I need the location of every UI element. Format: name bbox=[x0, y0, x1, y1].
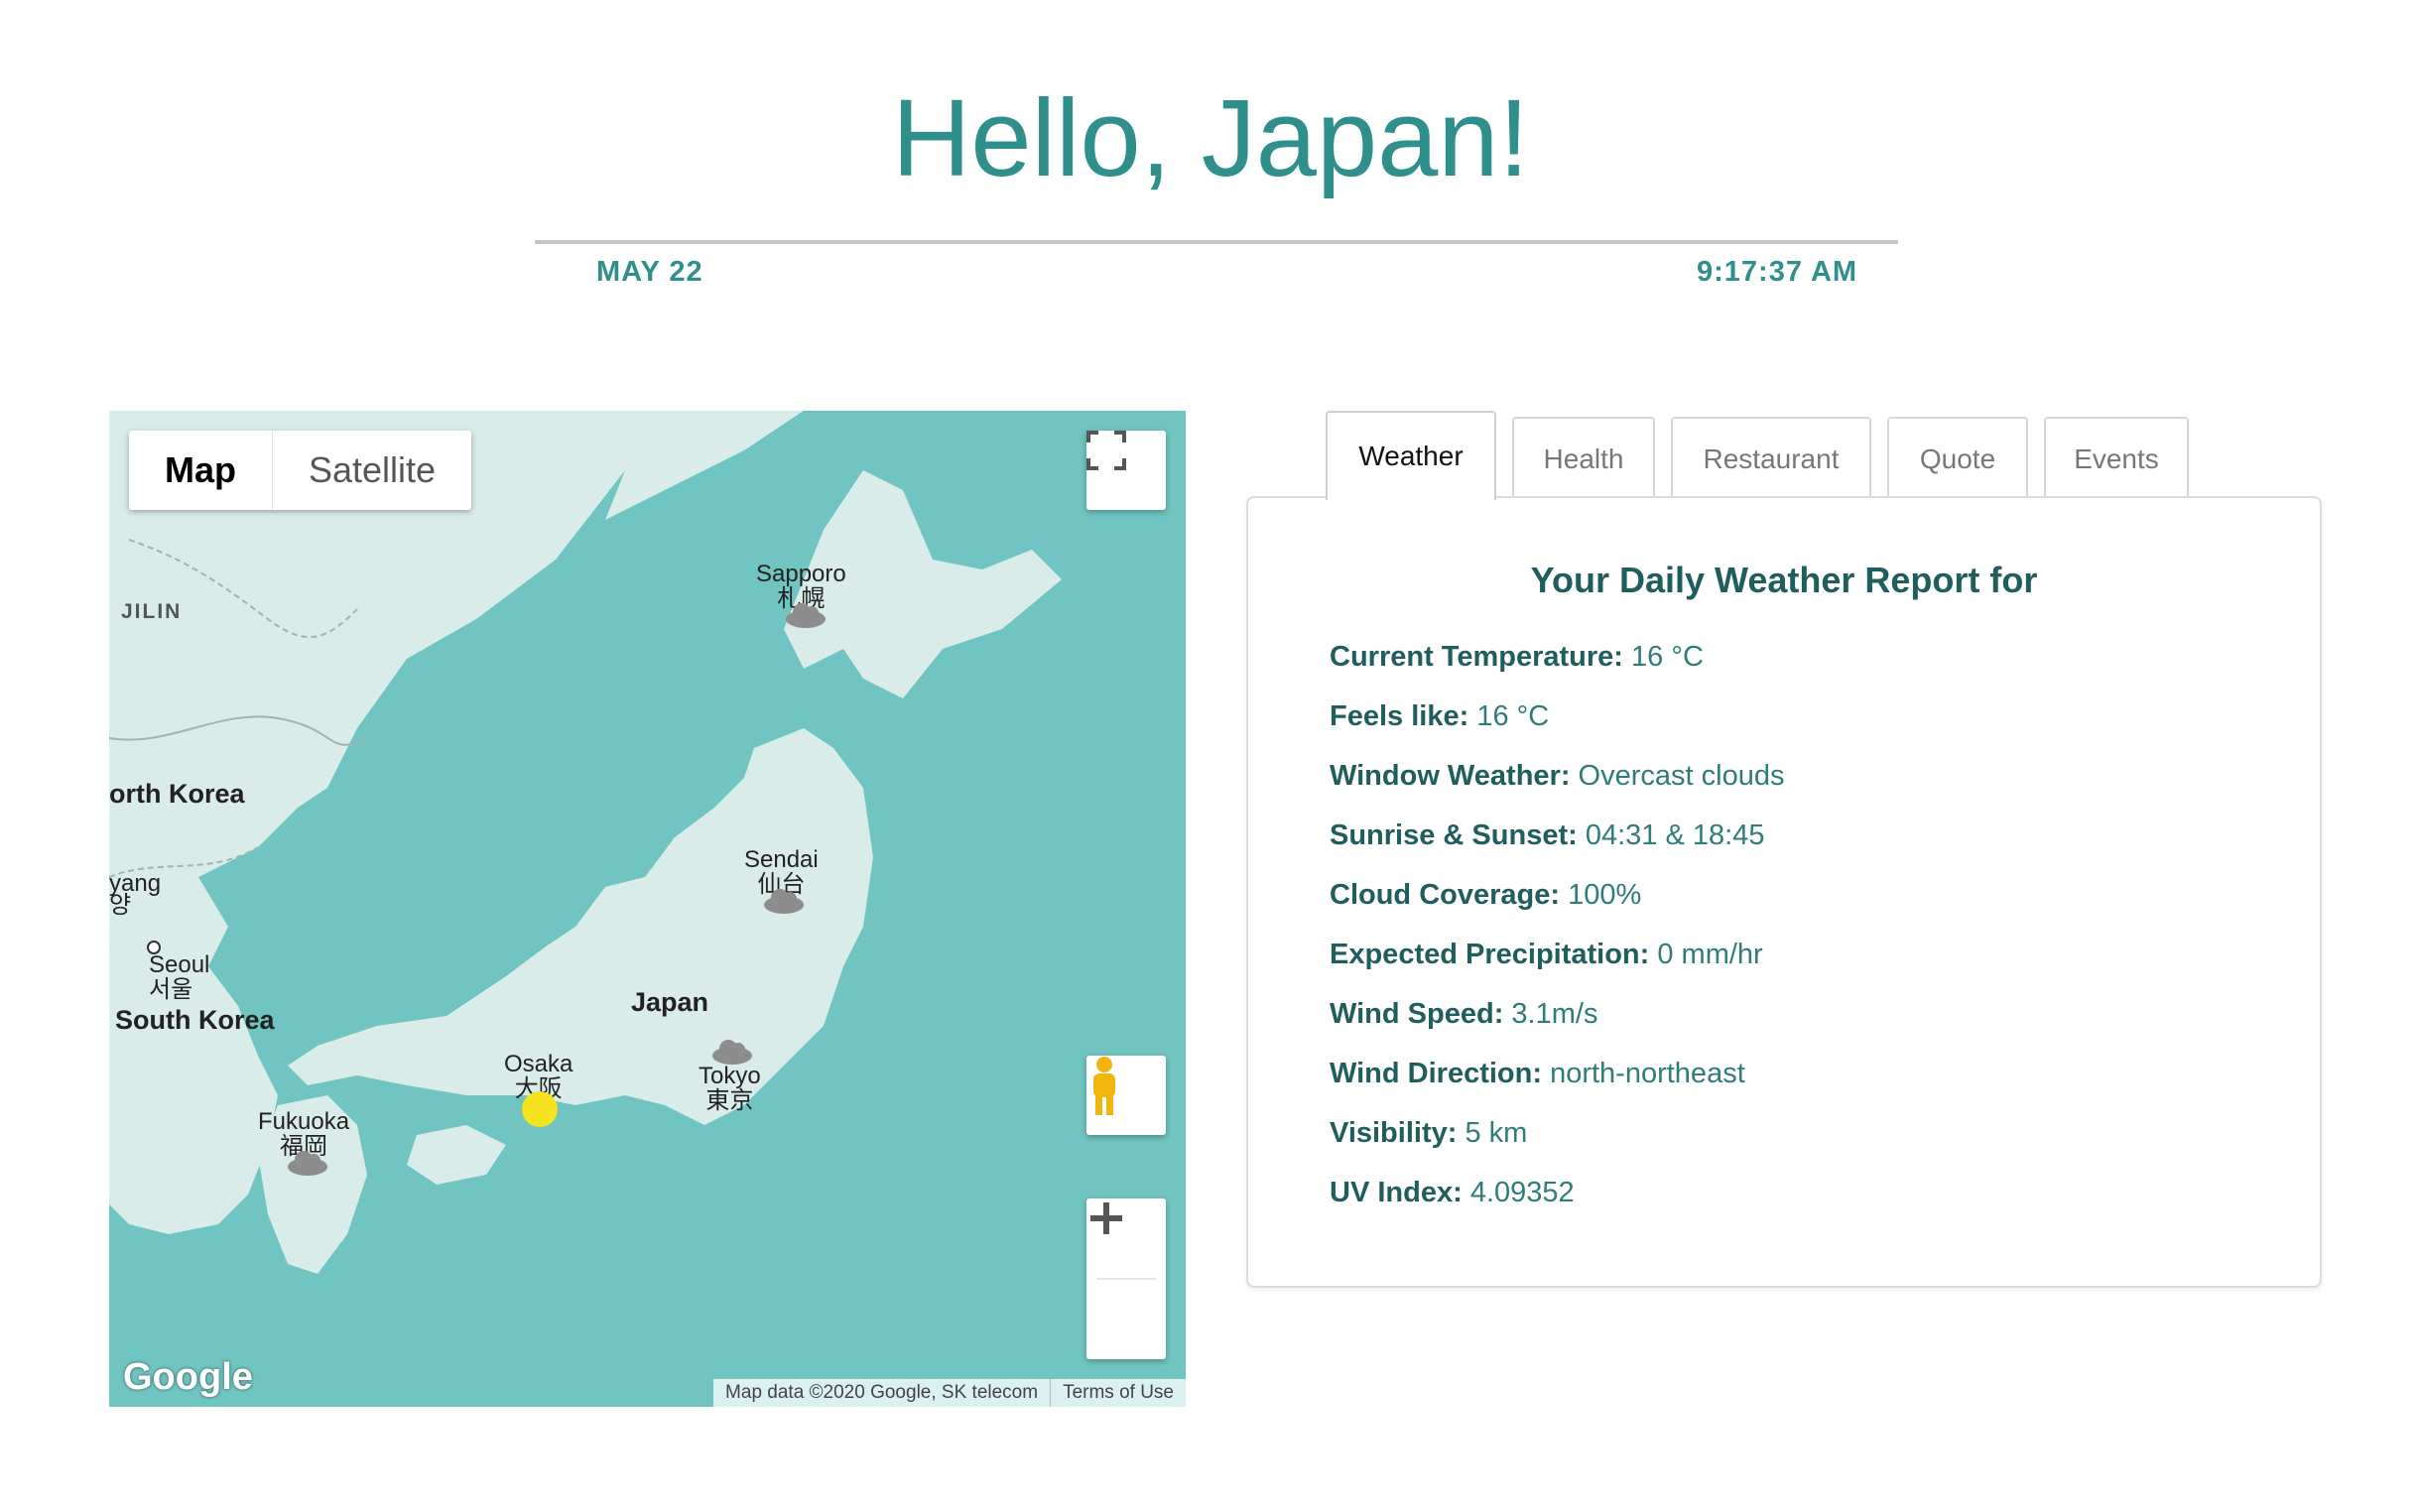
weather-row-temperature: Current Temperature: 16 °C bbox=[1330, 641, 1704, 673]
weather-row-window-weather: Window Weather: Overcast clouds bbox=[1330, 760, 1785, 792]
map-label-south-korea: South Korea bbox=[115, 1005, 275, 1035]
map-label-north-korea: orth Korea bbox=[109, 779, 245, 809]
map-label-seoul: Seoul 서울 bbox=[149, 951, 210, 1003]
cloud-icon[interactable] bbox=[710, 1036, 754, 1066]
page-title: Hello, Japan! bbox=[891, 77, 1530, 199]
map-label-tokyo: Tokyo 東京 bbox=[699, 1063, 761, 1114]
tab-weather[interactable]: Weather bbox=[1326, 411, 1496, 500]
terms-link[interactable]: Terms of Use bbox=[1050, 1379, 1186, 1407]
map-canvas bbox=[109, 411, 1062, 1274]
weather-panel: Your Daily Weather Report for Current Te… bbox=[1246, 496, 2322, 1288]
location-dot-icon[interactable] bbox=[522, 1091, 558, 1127]
tab-quote[interactable]: Quote bbox=[1887, 417, 2028, 500]
weather-row-wind-direction: Wind Direction: north-northeast bbox=[1330, 1058, 1745, 1089]
map-view[interactable]: JILIN orth Korea yang 양 Seoul 서울 South K… bbox=[109, 411, 1186, 1407]
weather-row-wind-speed: Wind Speed: 3.1m/s bbox=[1330, 998, 1598, 1030]
weather-report-title: Your Daily Weather Report for bbox=[1530, 560, 2038, 600]
tab-events[interactable]: Events bbox=[2044, 417, 2189, 500]
fullscreen-icon bbox=[1086, 431, 1126, 470]
map-label-japan: Japan bbox=[631, 987, 709, 1017]
weather-row-visibility: Visibility: 5 km bbox=[1330, 1117, 1528, 1149]
current-time: 9:17:37 AM bbox=[1697, 256, 1858, 288]
fullscreen-button[interactable] bbox=[1086, 431, 1166, 510]
weather-row-feels-like: Feels like: 16 °C bbox=[1330, 700, 1550, 732]
header-divider bbox=[535, 240, 1898, 244]
street-view-button[interactable] bbox=[1086, 1056, 1166, 1135]
google-logo: Google bbox=[123, 1356, 253, 1398]
map-label-jilin: JILIN bbox=[121, 600, 183, 623]
pegman-icon bbox=[1093, 1057, 1115, 1115]
weather-row-uv-index: UV Index: 4.09352 bbox=[1330, 1177, 1575, 1208]
minus-icon bbox=[1090, 1215, 1122, 1221]
map-type-satellite-button[interactable]: Satellite bbox=[273, 431, 471, 510]
shikoku-land bbox=[407, 1125, 506, 1185]
map-type-control: Map Satellite bbox=[129, 431, 472, 510]
cloud-icon[interactable] bbox=[784, 599, 828, 629]
capital-dot-icon bbox=[147, 941, 161, 954]
weather-row-cloud-coverage: Cloud Coverage: 100% bbox=[1330, 879, 1642, 911]
current-date: MAY 22 bbox=[596, 256, 703, 288]
weather-row-sunrise-sunset: Sunrise & Sunset: 04:31 & 18:45 bbox=[1330, 819, 1765, 851]
map-attribution: Map data ©2020 Google, SK telecom Terms … bbox=[713, 1379, 1186, 1407]
map-data-text: Map data ©2020 Google, SK telecom bbox=[725, 1382, 1039, 1403]
tab-health[interactable]: Health bbox=[1512, 417, 1655, 500]
map-label-pyongyang-local: 양 bbox=[109, 892, 132, 919]
tab-restaurant[interactable]: Restaurant bbox=[1671, 417, 1871, 500]
map-type-map-button[interactable]: Map bbox=[129, 431, 273, 510]
cloud-icon[interactable] bbox=[762, 885, 806, 915]
zoom-control bbox=[1086, 1198, 1166, 1359]
zoom-out-button[interactable] bbox=[1086, 1215, 1166, 1359]
weather-row-precipitation: Expected Precipitation: 0 mm/hr bbox=[1330, 939, 1763, 970]
cloud-icon[interactable] bbox=[286, 1147, 329, 1177]
honshu-land bbox=[288, 728, 873, 1125]
